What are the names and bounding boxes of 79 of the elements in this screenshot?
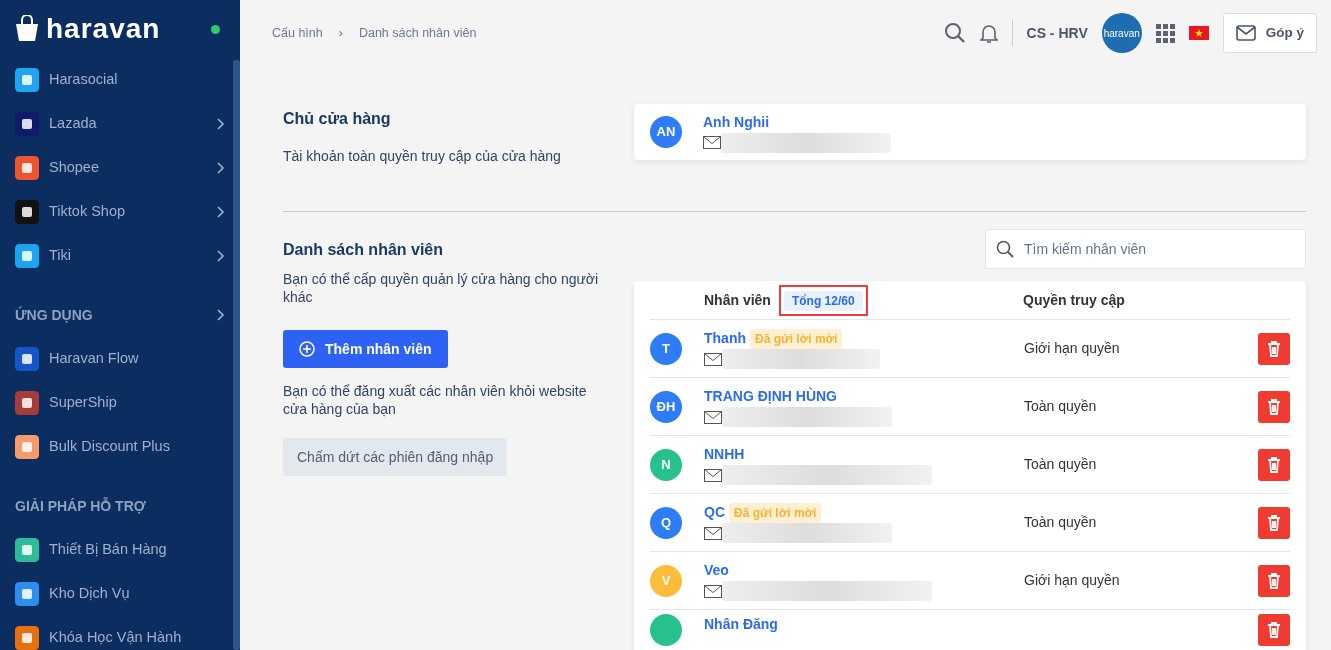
section-title: Danh sách nhân viên: [283, 240, 445, 260]
invite-status-badge: Đã gửi lời mời: [750, 328, 843, 349]
mail-icon: [703, 136, 721, 149]
access-level: Giới hạn quyền: [1024, 571, 1121, 590]
sidebar-item[interactable]: Shopee: [0, 146, 232, 190]
delete-button[interactable]: [1258, 390, 1290, 423]
delete-button[interactable]: [1258, 506, 1290, 539]
trash-icon: [1267, 514, 1281, 531]
sidebar-item[interactable]: Haravan Flow: [0, 337, 232, 381]
staff-name[interactable]: Thanh: [704, 328, 746, 349]
staff-name[interactable]: Veo: [704, 560, 729, 581]
sidebar-item[interactable]: Tiktok Shop: [0, 190, 232, 234]
avatar: ĐH: [650, 390, 682, 423]
staff-name[interactable]: NNHH: [704, 444, 745, 465]
avatar: Q: [650, 506, 682, 539]
breadcrumb-separator: ›: [338, 24, 343, 42]
total-badge: Tổng 12/60: [783, 290, 863, 311]
section-description: Tài khoản toàn quyền truy cập của cửa hàng: [283, 147, 562, 165]
access-level: Toàn quyền: [1024, 455, 1098, 474]
delete-button[interactable]: [1258, 564, 1290, 597]
scrollbar[interactable]: [233, 60, 240, 650]
mail-icon: [704, 526, 722, 540]
column-header: Quyền truy cập: [1023, 290, 1126, 310]
staff-name[interactable]: Nhân Đăng: [704, 614, 778, 635]
sidebar-item[interactable]: Tiki: [0, 234, 232, 278]
sidebar-item[interactable]: SuperShip: [0, 381, 232, 425]
section-description: Bạn có thể cấp quyền quản lý cửa hàng cho người khác: [283, 270, 600, 306]
trash-icon: [1267, 398, 1281, 415]
flag-icon: [1188, 26, 1209, 40]
sidebar-item[interactable]: Kho Dịch Vụ: [0, 572, 232, 616]
store-name[interactable]: CS - HRV: [1026, 22, 1088, 44]
section-description: Bạn có thể đăng xuất các nhân viên khỏi website cửa hàng của bạn: [283, 382, 588, 418]
breadcrumb-link[interactable]: Danh sách nhân viên: [358, 23, 477, 43]
mail-icon: [704, 352, 722, 366]
delete-button[interactable]: [1258, 614, 1290, 646]
breadcrumb-link[interactable]: Cấu hình: [272, 23, 323, 43]
column-header: Nhân viên: [704, 290, 771, 310]
mail-icon: [704, 584, 722, 598]
mail-icon: [704, 468, 722, 482]
sidebar-item[interactable]: Harasocial: [0, 58, 232, 102]
feedback-button[interactable]: Góp ý: [1222, 13, 1317, 53]
mail-icon: [1235, 25, 1256, 41]
store-avatar[interactable]: haravan: [1101, 13, 1142, 53]
sidebar-section[interactable]: GIẢI PHÁP HỖ TRỢ: [0, 484, 232, 528]
mail-icon: [704, 410, 722, 424]
section-title: Chủ cửa hàng: [283, 109, 392, 129]
plus-circle-icon: [299, 341, 315, 357]
trash-icon: [1267, 622, 1281, 638]
access-level: Toàn quyền: [1024, 513, 1098, 532]
sidebar-section[interactable]: ỨNG DỤNG: [0, 293, 232, 337]
avatar: N: [650, 448, 682, 481]
staff-name[interactable]: TRANG ĐỊNH HÙNG: [704, 386, 837, 407]
delete-button[interactable]: [1258, 448, 1290, 481]
search-icon: [943, 22, 966, 44]
sidebar-item[interactable]: Bulk Discount Plus: [0, 425, 232, 469]
trash-icon: [1267, 456, 1281, 473]
access-level: Toàn quyền: [1024, 397, 1098, 416]
sidebar-item[interactable]: Khóa Học Vận Hành: [0, 616, 232, 650]
access-level: Giới hạn quyền: [1024, 339, 1121, 358]
section-title: ỨNG DỤNG: [15, 305, 93, 325]
delete-button[interactable]: [1258, 332, 1290, 365]
sidebar-item[interactable]: Lazada: [0, 102, 232, 146]
apps-grid-icon: [1155, 23, 1175, 43]
trash-icon: [1267, 340, 1281, 357]
invite-status-badge: Đã gửi lời mời: [729, 502, 822, 523]
section-title: GIẢI PHÁP HỖ TRỢ: [15, 496, 146, 516]
search-icon: [996, 240, 1014, 258]
add-staff-button[interactable]: Thêm nhân viên: [283, 330, 448, 368]
avatar: AN: [650, 116, 682, 148]
logout-sessions-button[interactable]: Chấm dứt các phiên đăng nhập: [283, 438, 508, 476]
trash-icon: [1267, 572, 1281, 589]
avatar: V: [650, 564, 682, 597]
search-field[interactable]: Tìm kiếm nhân viên: [985, 229, 1306, 269]
sidebar-item[interactable]: Thiết Bị Bán Hàng: [0, 528, 232, 572]
bell-icon: [979, 22, 998, 44]
owner-name[interactable]: Anh Nghii: [703, 111, 891, 133]
logo-text: haravan: [46, 12, 161, 46]
staff-name[interactable]: QC: [704, 502, 725, 523]
avatar: T: [650, 332, 682, 365]
